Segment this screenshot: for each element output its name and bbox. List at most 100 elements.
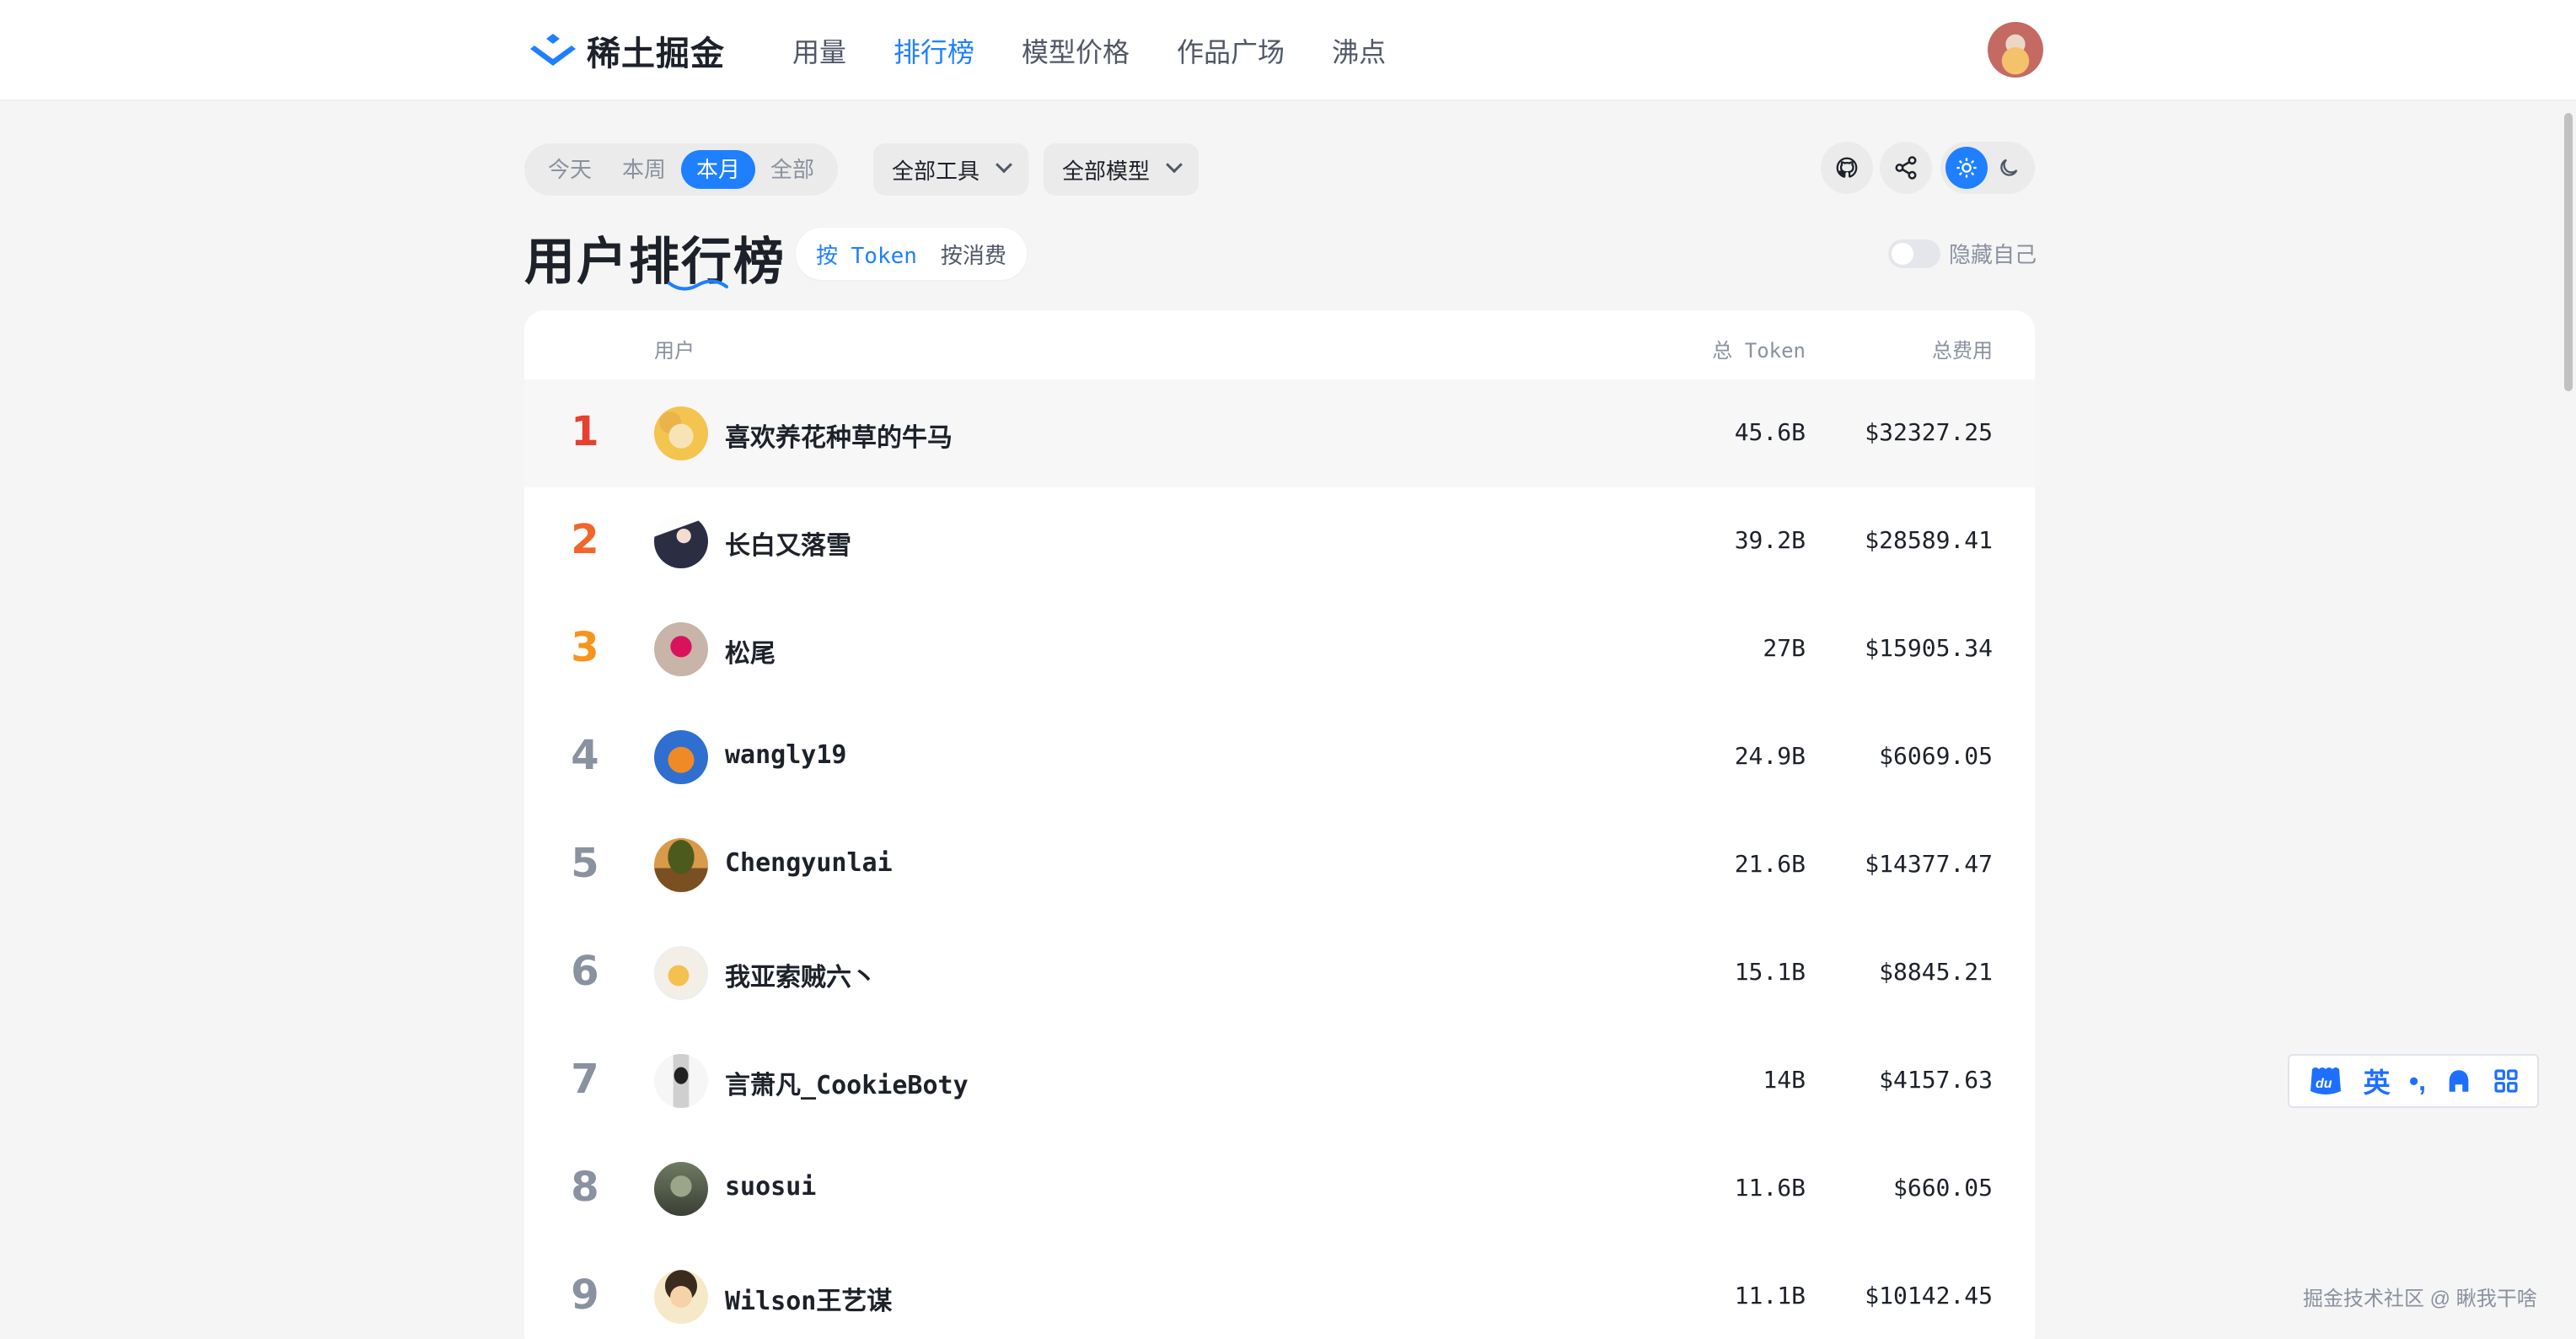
sort-by-token[interactable]: 按 Token [804, 239, 929, 270]
model-select-value: 全部模型 [1062, 158, 1151, 184]
model-select[interactable]: 全部模型 [1044, 143, 1199, 196]
chevron-down-icon [1166, 156, 1183, 174]
table-row[interactable]: 1 喜欢养花种草的牛马 45.6B $32327.25 [524, 379, 2035, 487]
table-row[interactable]: 5 Chengyunlai 21.6B $14377.47 [524, 811, 2035, 919]
footer-credit: 掘金技术社区 @ 瞅我干啥 [2303, 1288, 2537, 1310]
user-name: 喜欢养花种草的牛马 [725, 423, 953, 453]
total-token: 21.6B [1734, 850, 1806, 878]
rank-number: 5 [571, 840, 599, 887]
rank-number: 8 [571, 1164, 599, 1211]
leaderboard-table: 用户 总 Token 总费用 1 喜欢养花种草的牛马 45.6B $32327.… [524, 310, 2035, 1339]
nav-works-square[interactable]: 作品广场 [1177, 31, 1285, 70]
sun-icon [1956, 158, 1977, 178]
total-token: 27B [1763, 634, 1806, 662]
avatar [654, 1054, 708, 1108]
rank-number: 2 [571, 516, 599, 563]
total-cost: $28589.41 [1865, 526, 1993, 554]
ime-punctuation-toggle[interactable]: •, [2409, 1066, 2426, 1097]
user-name: 长白又落雪 [725, 531, 851, 561]
ime-language-toggle[interactable]: 英 [2364, 1062, 2391, 1100]
nav-model-price[interactable]: 模型价格 [1022, 31, 1130, 70]
theme-toggle [1940, 142, 2035, 194]
total-token: 15.1B [1734, 958, 1806, 986]
user-name: Chengyunlai [725, 848, 893, 878]
tool-select-value: 全部工具 [892, 158, 980, 184]
hide-self-switch[interactable] [1888, 239, 1940, 268]
table-row[interactable]: 9 Wilson王艺谋 11.1B $10142.45 [524, 1243, 2035, 1339]
table-row[interactable]: 8 suosui 11.6B $660.05 [524, 1135, 2035, 1243]
total-token: 24.9B [1734, 742, 1806, 770]
chevron-down-icon [996, 156, 1012, 174]
tool-select[interactable]: 全部工具 [873, 143, 1029, 196]
ime-toolbar: du 英 •, [2288, 1054, 2539, 1108]
total-cost: $6069.05 [1879, 742, 1993, 770]
total-cost: $10142.45 [1865, 1282, 1993, 1309]
ime-skin-icon[interactable] [2445, 1067, 2473, 1095]
rank-number: 9 [571, 1272, 599, 1319]
avatar [654, 730, 708, 784]
header-total-cost: 总费用 [1932, 340, 1993, 363]
sort-by-cost[interactable]: 按消费 [929, 239, 1018, 270]
baidu-ime-icon[interactable]: du [2307, 1064, 2344, 1098]
dark-mode-button[interactable] [1988, 147, 2030, 189]
github-icon [1836, 157, 1858, 178]
header-total-token: 总 Token [1712, 339, 1806, 363]
title-underline-decoration [668, 279, 728, 291]
rank-number: 1 [571, 408, 599, 455]
hide-self-control: 隐藏自己 [1888, 238, 2037, 269]
avatar [654, 406, 708, 460]
rank-number: 6 [571, 948, 599, 995]
top-navbar: 稀土掘金 用量 排行榜 模型价格 作品广场 沸点 [0, 0, 2576, 101]
total-token: 45.6B [1734, 418, 1806, 446]
user-name: 我亚索贼六丶 [725, 963, 877, 992]
juejin-logo-icon [530, 34, 576, 66]
share-icon [1895, 156, 1917, 180]
nav-pins[interactable]: 沸点 [1332, 31, 1386, 70]
brand-logo[interactable]: 稀土掘金 [529, 24, 725, 78]
total-token: 11.1B [1734, 1282, 1806, 1309]
table-row[interactable]: 6 我亚索贼六丶 15.1B $8845.21 [524, 919, 2035, 1027]
table-row[interactable]: 4 wangly19 24.9B $6069.05 [524, 703, 2035, 811]
filter-week[interactable]: 本周 [607, 150, 681, 189]
avatar [654, 514, 708, 568]
total-cost: $14377.47 [1865, 850, 1993, 878]
filter-today[interactable]: 今天 [533, 150, 607, 189]
ime-menu-grid-icon[interactable] [2493, 1067, 2520, 1094]
rank-number: 3 [571, 624, 599, 671]
nav-leaderboard[interactable]: 排行榜 [894, 31, 974, 70]
hide-self-label: 隐藏自己 [1949, 242, 2037, 267]
main-nav: 用量 排行榜 模型价格 作品广场 沸点 [792, 0, 1433, 101]
total-cost: $660.05 [1892, 1174, 1993, 1202]
user-name: 言萧凡_CookieBoty [725, 1071, 969, 1100]
brand-name: 稀土掘金 [587, 35, 725, 73]
avatar [654, 1270, 708, 1324]
user-avatar[interactable] [1988, 22, 2043, 78]
table-row[interactable]: 7 言萧凡_CookieBoty 14B $4157.63 [524, 1027, 2035, 1135]
nav-usage[interactable]: 用量 [792, 31, 846, 70]
filter-month[interactable]: 本月 [681, 150, 756, 189]
total-token: 39.2B [1734, 526, 1806, 554]
user-name: 松尾 [725, 639, 775, 669]
table-row[interactable]: 3 松尾 27B $15905.34 [524, 595, 2035, 703]
total-cost: $4157.63 [1879, 1066, 1993, 1094]
scrollbar-thumb[interactable] [2564, 113, 2573, 391]
header-user: 用户 [654, 340, 695, 363]
total-cost: $8845.21 [1879, 958, 1993, 986]
table-header: 用户 总 Token 总费用 [524, 310, 2035, 379]
page-title: 用户排行榜 [524, 234, 786, 290]
github-button[interactable] [1821, 142, 1873, 194]
user-name: Wilson王艺谋 [725, 1287, 893, 1316]
moon-icon [2000, 159, 2018, 176]
avatar [654, 1162, 708, 1216]
time-range-filter: 今天 本周 本月 全部 [524, 143, 839, 196]
share-button[interactable] [1880, 142, 1932, 194]
user-name: suosui [725, 1172, 817, 1202]
total-token: 14B [1763, 1066, 1806, 1094]
sort-toggle: 按 Token 按消费 [796, 228, 1027, 280]
total-cost: $15905.34 [1865, 634, 1993, 662]
total-cost: $32327.25 [1865, 418, 1993, 446]
svg-text:du: du [2316, 1077, 2332, 1091]
light-mode-button[interactable] [1945, 147, 1988, 189]
table-row[interactable]: 2 长白又落雪 39.2B $28589.41 [524, 487, 2035, 595]
filter-all[interactable]: 全部 [755, 150, 829, 189]
